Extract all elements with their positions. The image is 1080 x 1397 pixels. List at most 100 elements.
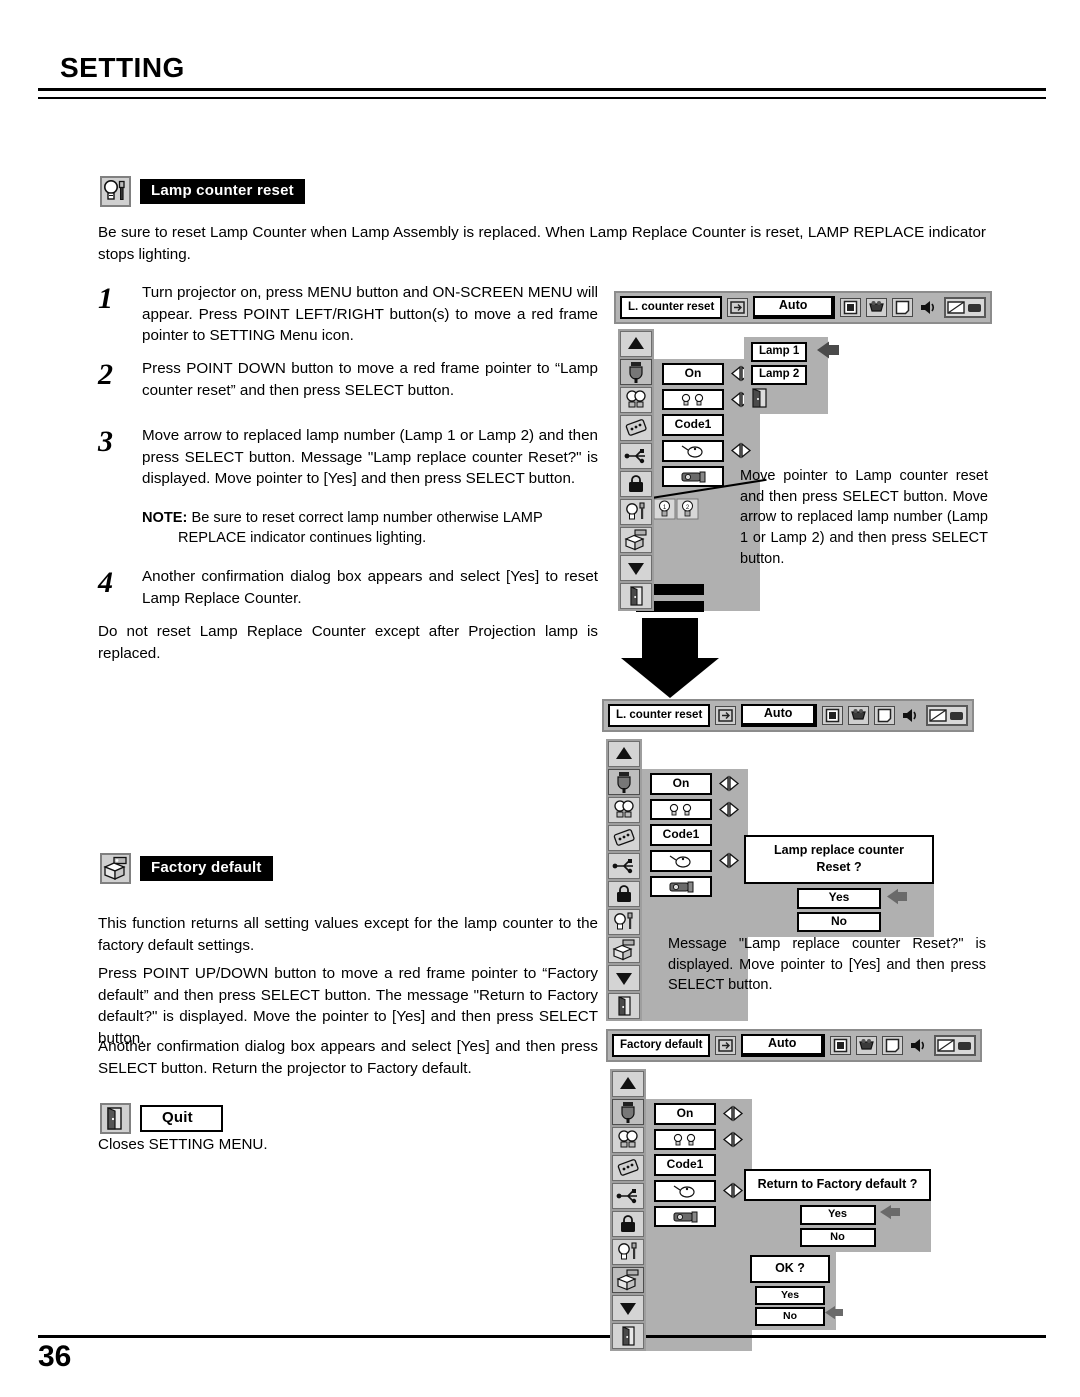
power-management-value[interactable]: On [650,773,712,795]
remote-code-value[interactable]: Code1 [662,413,724,436]
lamp-counter-reset-icon[interactable] [620,499,652,525]
screen-icon[interactable] [882,1035,903,1055]
usb-icon[interactable] [620,443,652,469]
factory-default-icon[interactable] [620,527,652,553]
lamp-2-item[interactable]: Lamp 2 [751,365,808,386]
image-select-icon[interactable] [840,297,861,317]
factory-default-yes-pointer-arrow [879,1204,903,1222]
factory-default-icon[interactable] [608,937,640,963]
lamp-mode-value[interactable] [654,1128,716,1150]
screen-icon[interactable] [874,705,895,725]
lamp-pair-icon [681,393,704,406]
lamp-submenu-quit-icon[interactable] [751,388,769,409]
lamp-1-item[interactable]: Lamp 1 [751,342,808,363]
input-icon[interactable] [727,297,749,317]
ok-dialog-no-button[interactable]: No [755,1306,825,1326]
setting-icon[interactable] [934,1034,976,1056]
scroll-down-arrow-icon[interactable] [620,555,652,581]
remote-code-value[interactable]: Code1 [650,823,712,846]
lamp-mode-icon[interactable] [612,1127,644,1153]
remote-control-code-icon[interactable] [608,825,640,851]
sound-icon[interactable] [908,1035,929,1055]
remote-code-value[interactable]: Code1 [654,1153,716,1176]
factory-default-icon[interactable] [612,1267,644,1293]
value-row-lamp-mode [654,1128,744,1150]
value-row-key-lock [654,1205,716,1227]
scroll-up-arrow-icon[interactable] [608,741,640,767]
usb-icon[interactable] [608,853,640,879]
lamp-reset-icon [100,176,131,207]
usb-icon[interactable] [612,1183,644,1209]
auto-pc-field[interactable]: Auto [741,1034,825,1057]
ok-dialog-no-pointer-arrow [824,1305,848,1323]
left-right-arrows-icon[interactable] [718,775,740,792]
left-right-arrows-icon[interactable] [718,801,740,818]
image-adjust-icon[interactable] [848,705,869,725]
lamp-mode-icon[interactable] [620,387,652,413]
key-lock-value[interactable] [650,875,712,897]
lamp-mode-icon[interactable] [608,797,640,823]
power-management-value[interactable]: On [654,1103,716,1125]
ok-dialog-yes-button[interactable]: Yes [755,1285,825,1305]
osd-callout-1: Move pointer to Lamp counter reset and t… [740,468,988,567]
value-row-lamp-mode [650,798,740,820]
key-lock-icon[interactable] [612,1211,644,1237]
scroll-down-arrow-icon[interactable] [608,965,640,991]
osd-diagram-2: L. counter reset Auto On Code1 Lamp repl… [602,699,974,1021]
remote-control-code-icon[interactable] [612,1155,644,1181]
value-row-key-lock [650,875,712,897]
quit-icon[interactable] [620,583,652,609]
osd-title-2[interactable]: L. counter reset [608,704,711,727]
key-lock-value[interactable] [662,465,724,487]
scroll-up-arrow-icon[interactable] [620,331,652,357]
remote-control-code-icon[interactable] [620,415,652,441]
left-right-arrows-icon[interactable] [722,1131,744,1148]
key-lock-value[interactable] [654,1205,716,1227]
screen-icon[interactable] [892,297,913,317]
left-right-arrows-icon[interactable] [722,1105,744,1122]
key-lock-icon[interactable] [608,881,640,907]
note-text: Be sure to reset correct lamp number oth… [178,509,543,547]
power-management-icon[interactable] [620,359,652,385]
left-right-arrows-icon[interactable] [722,1182,744,1199]
power-management-icon[interactable] [612,1099,644,1125]
osd-panel-1: On Code1 [618,329,760,611]
osd-title-1[interactable]: L. counter reset [620,296,723,319]
lamp-replace-no-button[interactable]: No [797,911,881,933]
sound-icon[interactable] [918,297,939,317]
factory-default-no-button[interactable]: No [799,1227,876,1248]
left-right-arrows-icon[interactable] [730,442,752,459]
factory-default-yes-button[interactable]: Yes [799,1204,876,1225]
lamp-counter-reset-icon[interactable] [608,909,640,935]
flow-arrow-head [621,658,719,698]
power-management-value[interactable]: On [662,363,724,385]
image-adjust-icon[interactable] [856,1035,877,1055]
sound-icon[interactable] [900,705,921,725]
usb-value[interactable] [650,849,712,872]
input-icon[interactable] [715,1035,737,1055]
lamp-counter-reset-icon[interactable] [612,1239,644,1265]
scroll-up-arrow-icon[interactable] [612,1071,644,1097]
quit-icon[interactable] [612,1323,644,1349]
osd-title-3[interactable]: Factory default [612,1034,711,1057]
image-select-icon[interactable] [830,1035,851,1055]
auto-pc-field[interactable]: Auto [741,704,817,727]
left-right-arrows-icon[interactable] [718,852,740,869]
scroll-down-arrow-icon[interactable] [612,1295,644,1321]
quit-icon[interactable] [608,993,640,1019]
input-icon[interactable] [715,705,737,725]
lamp-replace-yes-button[interactable]: Yes [797,887,881,909]
lamp-mode-value[interactable] [662,388,724,410]
key-lock-icon[interactable] [620,471,652,497]
power-management-icon[interactable] [608,769,640,795]
image-select-icon[interactable] [822,705,843,725]
lamp-pair-icon [673,1133,696,1146]
lamp-mode-value[interactable] [650,798,712,820]
setting-icon[interactable] [926,704,968,726]
usb-value[interactable] [662,439,724,462]
step-4: 4 Another confirmation dialog box appear… [98,566,598,609]
image-adjust-icon[interactable] [866,297,887,317]
auto-pc-field[interactable]: Auto [753,296,835,319]
setting-icon[interactable] [944,296,986,318]
usb-value[interactable] [654,1179,716,1202]
